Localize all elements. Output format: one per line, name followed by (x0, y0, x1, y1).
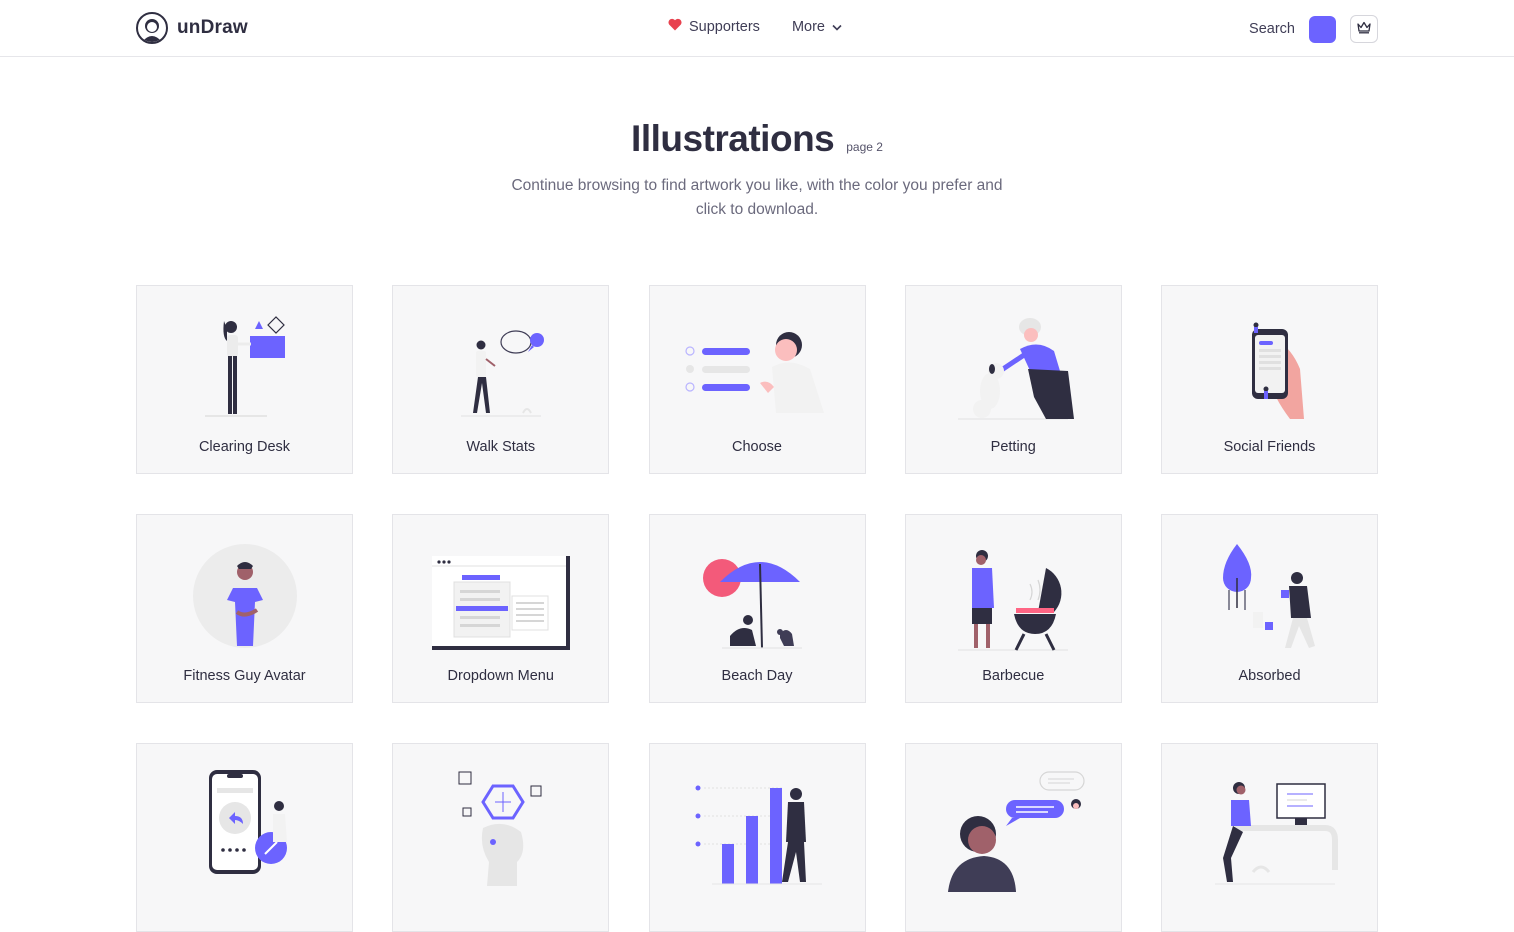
illustration-title: Absorbed (1238, 668, 1301, 684)
search-link[interactable]: Search (1249, 21, 1295, 37)
clearing-desk-illustration (137, 304, 352, 434)
illustration-title: Fitness Guy Avatar (183, 668, 306, 684)
dropdown-menu-illustration (393, 533, 608, 663)
illustration-title: Choose (732, 439, 782, 455)
undraw-logo-icon (136, 12, 168, 44)
phone-link-illustration (137, 762, 352, 892)
beach-day-illustration (650, 533, 865, 663)
fitness-guy-avatar-illustration (137, 533, 352, 663)
illustration-card[interactable] (648, 743, 866, 932)
more-label: More (791, 18, 825, 35)
top-navbar: unDraw Supporters More Search (0, 0, 1514, 57)
page-subtitle: Continue browsing to find artwork you li… (511, 177, 1003, 218)
illustration-title: Walk Stats (466, 439, 536, 455)
illustration-card[interactable]: Clearing Desk (136, 285, 353, 474)
illustration-card[interactable]: Dropdown Menu (392, 514, 610, 703)
chevron-down-icon (832, 19, 842, 35)
illustration-title: Beach Day (721, 668, 793, 684)
illustration-card[interactable] (904, 743, 1122, 932)
illustration-title: Barbecue (982, 668, 1045, 684)
accent-color-picker[interactable] (1309, 15, 1336, 43)
logo-link[interactable]: unDraw (136, 12, 248, 44)
illustration-card[interactable]: Social Friends (1161, 285, 1378, 474)
crown-icon (1356, 20, 1372, 39)
illustration-card[interactable]: Walk Stats (392, 285, 610, 474)
choose-illustration (650, 304, 865, 434)
heart-icon (668, 18, 682, 35)
illustration-title: Social Friends (1223, 439, 1316, 455)
social-friends-illustration (1162, 304, 1377, 434)
brand-name: unDraw (177, 17, 248, 38)
illustration-card[interactable] (136, 743, 353, 932)
illustration-card[interactable]: Barbecue (904, 514, 1122, 703)
illustration-card[interactable]: Beach Day (648, 514, 866, 703)
illustration-card[interactable]: Absorbed (1161, 514, 1378, 703)
illustration-title: Petting (990, 439, 1036, 455)
illustration-card[interactable] (392, 743, 610, 932)
barbecue-illustration (906, 533, 1121, 663)
premium-button[interactable] (1350, 15, 1378, 43)
illustration-card[interactable]: Fitness Guy Avatar (136, 514, 353, 703)
illustration-title: Dropdown Menu (447, 668, 554, 684)
supporters-link[interactable]: Supporters (668, 18, 760, 35)
illustration-card[interactable]: Petting (904, 285, 1122, 474)
growth-chart-illustration (650, 762, 865, 892)
supporters-label: Supporters (689, 18, 760, 35)
mind-network-illustration (393, 762, 608, 892)
more-dropdown[interactable]: More (792, 19, 842, 35)
desk-monitor-illustration (1162, 762, 1377, 892)
illustration-title: Clearing Desk (198, 439, 291, 455)
petting-illustration (906, 304, 1121, 434)
hero-heading: Illustrations page 2 (0, 118, 1514, 160)
illustration-grid: Clearing Desk Walk Stats Choose Petting … (136, 285, 1378, 932)
page-title: Illustrations (631, 118, 835, 159)
header-actions: Search (1249, 15, 1378, 43)
page-indicator: page 2 (846, 140, 883, 154)
main-nav: Supporters More (668, 18, 842, 35)
illustration-card[interactable] (1161, 743, 1378, 932)
absorbed-illustration (1162, 533, 1377, 663)
walk-stats-illustration (393, 304, 608, 434)
chat-bubble-illustration (906, 762, 1121, 892)
illustration-card[interactable]: Choose (648, 285, 866, 474)
